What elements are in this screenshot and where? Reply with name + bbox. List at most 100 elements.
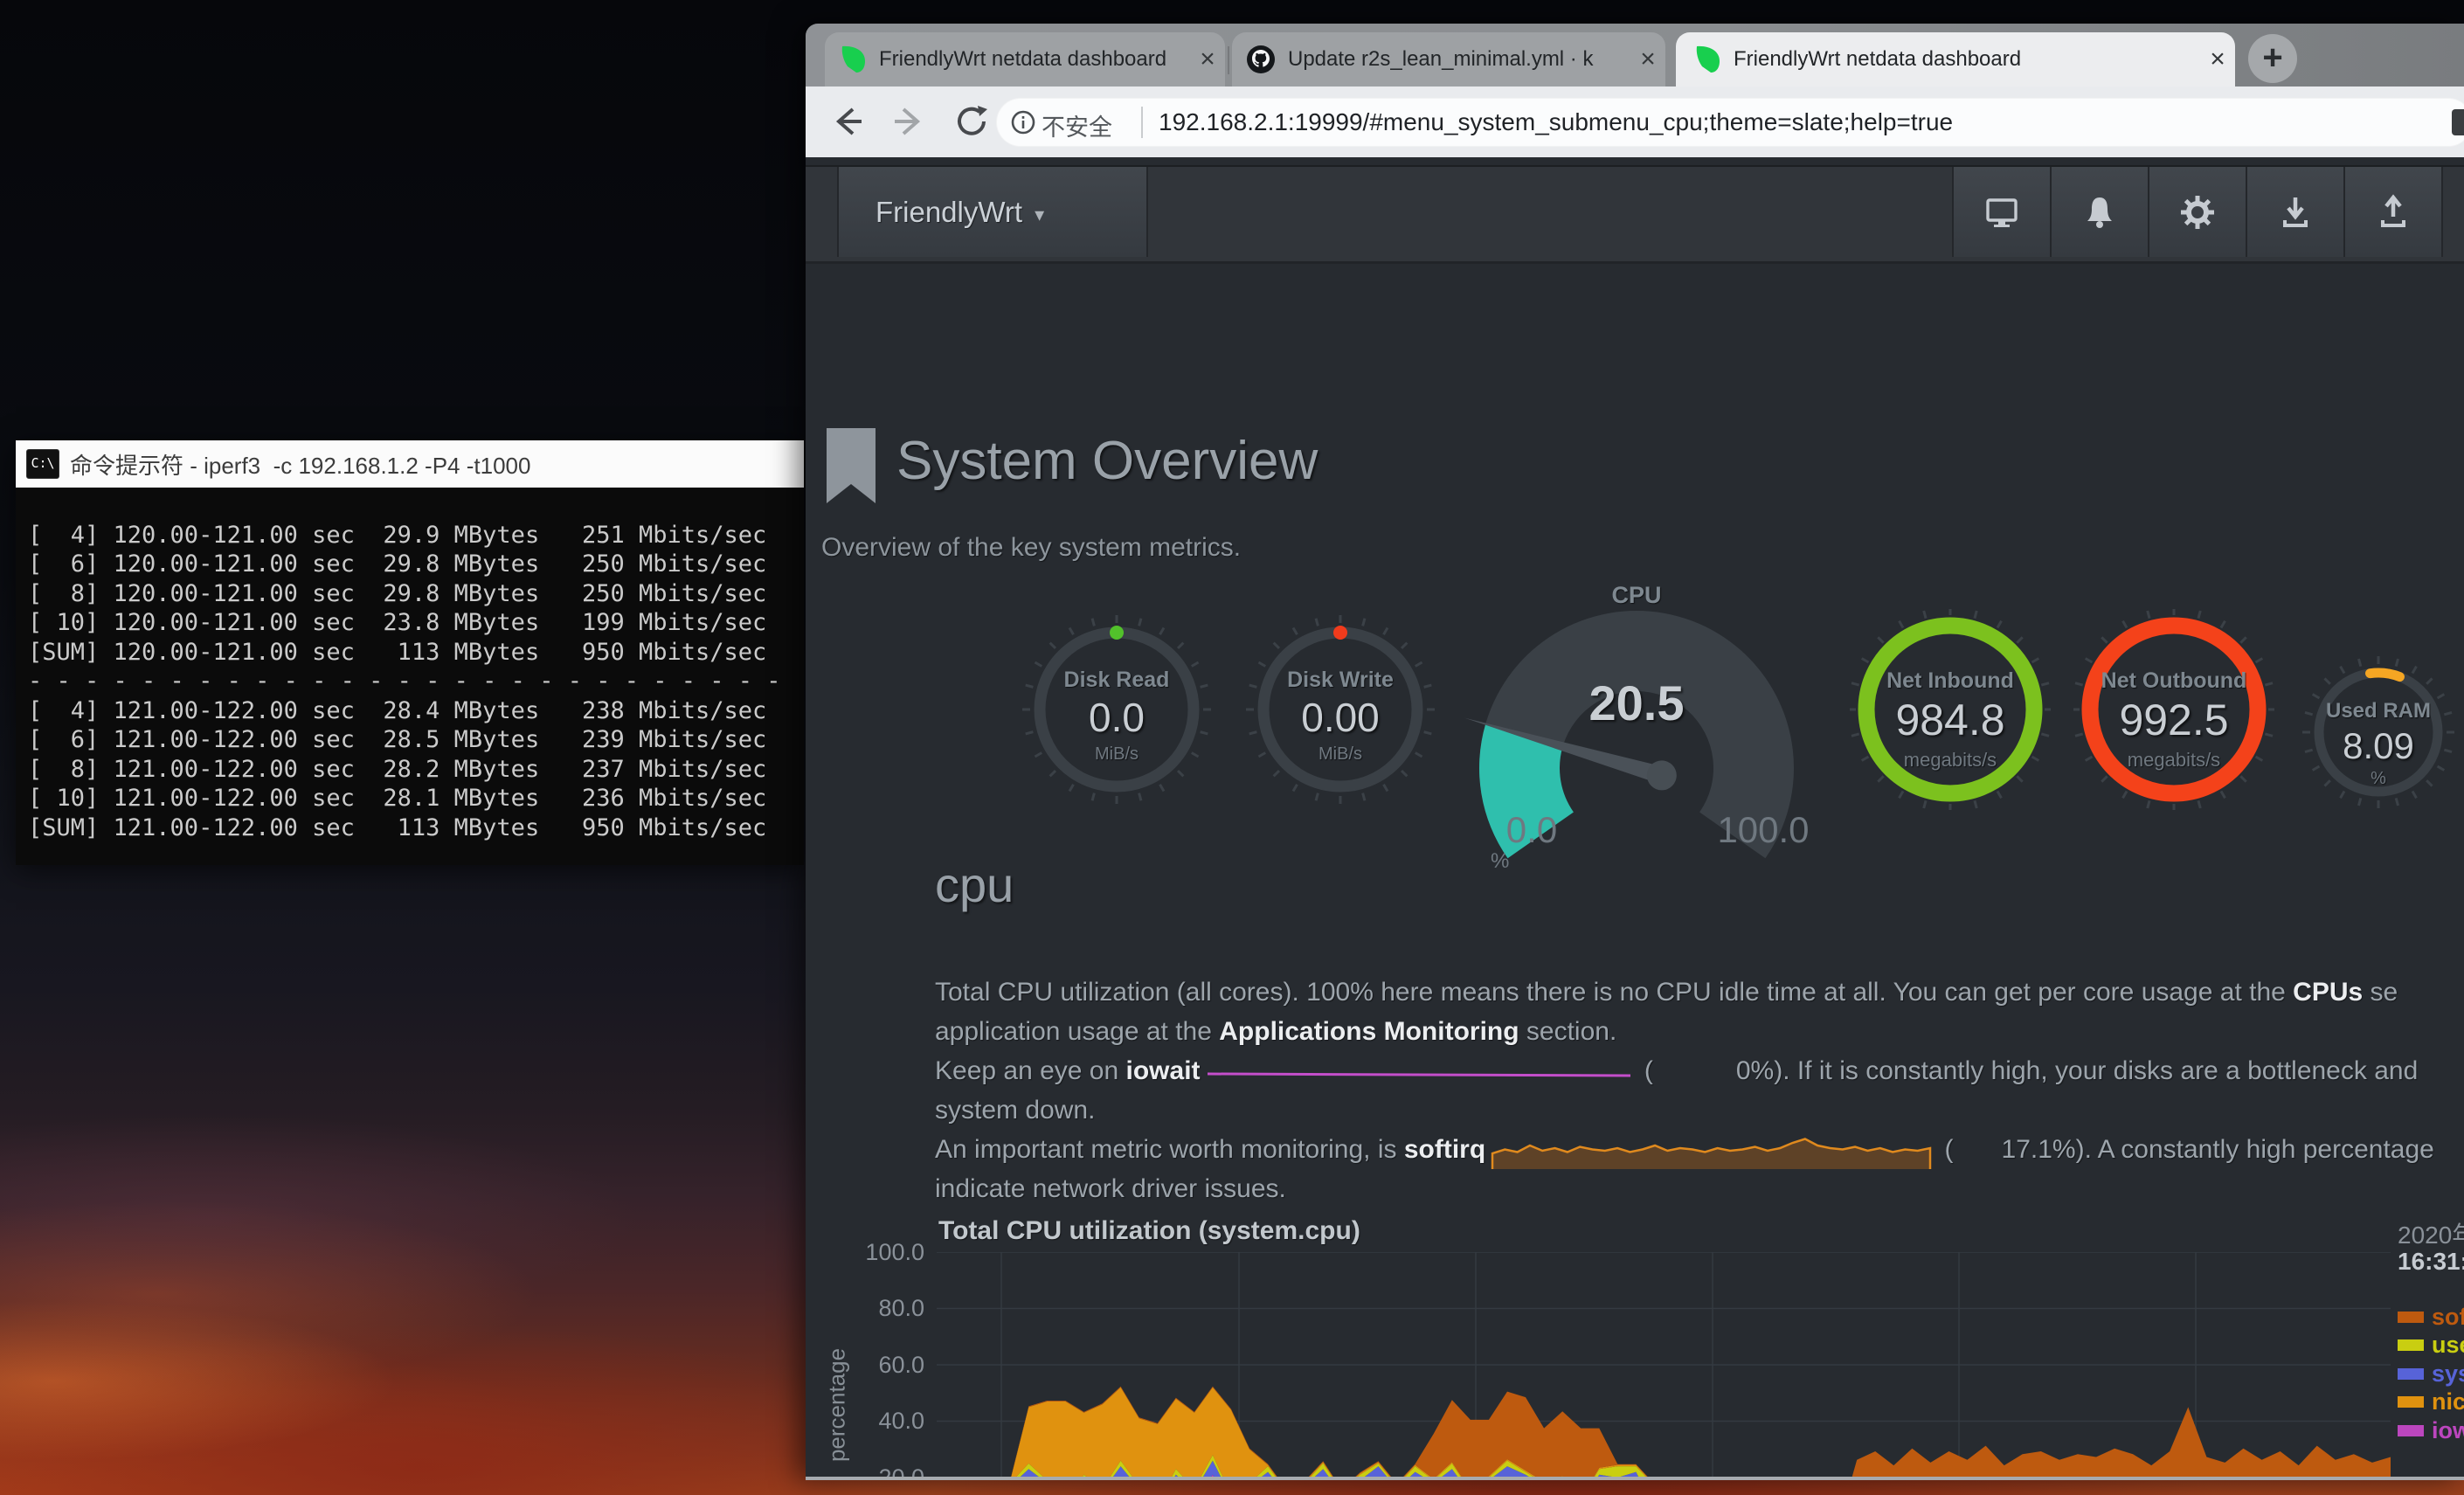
gauge-net-outbound[interactable]: Net Outbound 992.5 megabits/s [2073, 609, 2274, 810]
reload-icon[interactable] [952, 102, 991, 141]
host-dropdown[interactable]: FriendlyWrt ▾ [837, 167, 1148, 257]
paragraph-text: 17.1%). A constantly high percentage [2002, 1135, 2434, 1164]
legend-item[interactable]: soft [2398, 1303, 2464, 1332]
terminal-line: [SUM] 121.00-122.00 sec 113 MBytes 950 M… [28, 813, 797, 843]
import-button[interactable] [2246, 167, 2345, 257]
tab-label: FriendlyWrt netdata dashboard [879, 47, 1190, 72]
terminal-window[interactable]: C:\ 命令提示符 - iperf3 -c 192.168.1.2 -P4 -t… [16, 440, 804, 865]
chart-time: 16:31:2 [2398, 1248, 2464, 1276]
cpu-section-text: Total CPU utilization (all cores). 100% … [935, 972, 2464, 1208]
y-axis-label: percentage [824, 1348, 851, 1462]
paragraph-text: An important metric worth monitoring, is [935, 1135, 1404, 1164]
paragraph-text: ( [1637, 1056, 1653, 1085]
terminal-line [28, 491, 797, 521]
terminal-titlebar[interactable]: C:\ 命令提示符 - iperf3 -c 192.168.1.2 -P4 -t… [16, 440, 804, 488]
iowait-sparkline[interactable] [1206, 1061, 1632, 1083]
monitor-icon [1983, 194, 2020, 231]
legend-swatch [2398, 1396, 2424, 1408]
gear-icon [2179, 194, 2216, 231]
legend-swatch [2398, 1312, 2424, 1323]
tab-strip: FriendlyWrt netdata dashboard × Update r… [806, 24, 2464, 87]
paragraph-text: application usage at the [935, 1017, 1219, 1046]
terminal-line: [ 6] 120.00-121.00 sec 29.8 MBytes 250 M… [28, 550, 797, 579]
tab-github[interactable]: Update r2s_lean_minimal.yml · k × [1232, 32, 1665, 87]
gauge-unit: % [1491, 849, 1509, 874]
browser-toolbar: 不安全 192.168.2.1:19999/#menu_system_subme… [806, 87, 2464, 157]
forward-icon[interactable] [889, 102, 928, 141]
netdata-favicon-icon [1695, 45, 1721, 73]
gauge-used-ram[interactable]: Used RAM 8.09 % [2301, 655, 2455, 809]
github-favicon-icon [1246, 45, 1276, 74]
security-label[interactable]: 不安全 [1042, 108, 1112, 142]
legend-label: soft [2432, 1304, 2464, 1331]
terminal-line: [ 10] 121.00-122.00 sec 28.1 MBytes 236 … [28, 784, 797, 813]
gauge-value: 992.5 [2073, 695, 2274, 745]
keyword-bold: iowait [1126, 1056, 1201, 1085]
extension-icon[interactable] [2452, 109, 2464, 135]
paragraph-line: indicate network driver issues. [935, 1169, 2464, 1208]
gauge-value: 8.09 [2301, 725, 2455, 767]
terminal-line: [SUM] 120.00-121.00 sec 113 MBytes 950 M… [28, 638, 797, 668]
back-icon[interactable] [828, 102, 867, 141]
paragraph-text: se [2363, 978, 2398, 1007]
legend-item[interactable]: nice [2398, 1388, 2464, 1417]
new-tab-button[interactable]: + [2248, 34, 2297, 83]
gauge-label: Net Inbound [1850, 668, 2051, 694]
softirq-sparkline[interactable] [1491, 1131, 1932, 1169]
legend-label: sys [2432, 1360, 2464, 1388]
url-text[interactable]: 192.168.2.1:19999/#menu_system_submenu_c… [1159, 108, 1953, 136]
tab-close-icon[interactable]: × [2200, 45, 2235, 74]
gauge-value: 984.8 [1850, 695, 2051, 745]
tab-friendlywrt-2-active[interactable]: FriendlyWrt netdata dashboard × [1676, 32, 2235, 87]
gauge-unit: megabits/s [2073, 749, 2274, 772]
cpu-utilization-chart[interactable] [937, 1252, 2391, 1480]
console-button[interactable] [1952, 167, 2052, 257]
legend-label: use [2432, 1332, 2464, 1359]
gauge-label: Net Outbound [2073, 668, 2274, 694]
paragraph-text: indicate network driver issues. [935, 1174, 1286, 1203]
chart-title: Total CPU utilization (system.cpu) [938, 1216, 1360, 1246]
tab-close-icon[interactable]: × [1190, 45, 1225, 74]
legend-swatch [2398, 1339, 2424, 1351]
netdata-navbar: FriendlyWrt ▾ [806, 165, 2464, 264]
paragraph-line: An important metric worth monitoring, is… [935, 1130, 2464, 1169]
legend-label: iow [2432, 1417, 2464, 1444]
tab-label: Update r2s_lean_minimal.yml · k [1288, 47, 1630, 72]
gauge-max: 100.0 [1702, 809, 1824, 851]
keyword-bold: Applications Monitoring [1219, 1017, 1519, 1046]
cpu-section-heading: cpu [935, 856, 1014, 913]
tab-close-icon[interactable]: × [1630, 45, 1665, 74]
terminal-line: [ 8] 120.00-121.00 sec 29.8 MBytes 250 M… [28, 579, 797, 609]
chart-legend: softusesysniceiow [2398, 1303, 2464, 1445]
y-tick: 40.0 [846, 1408, 924, 1435]
gauge-unit: megabits/s [1850, 749, 2051, 772]
netdata-favicon-icon [841, 45, 867, 73]
window-bottom-edge [806, 1477, 2464, 1480]
bookmark-icon [827, 428, 876, 503]
gauge-disk-read[interactable]: Disk Read 0.0 MiB/s [1021, 613, 1213, 806]
info-icon[interactable] [1010, 109, 1036, 135]
legend-swatch [2398, 1368, 2424, 1380]
tab-separator [1228, 46, 1229, 74]
paragraph-text: 0%). If it is constantly high, your disk… [1736, 1056, 2418, 1085]
gauge-disk-write[interactable]: Disk Write 0.00 MiB/s [1244, 613, 1436, 806]
paragraph-text: ( [1937, 1135, 1953, 1164]
y-tick: 60.0 [846, 1352, 924, 1379]
paragraph-text: Keep an eye on [935, 1056, 1126, 1085]
settings-button[interactable] [2148, 167, 2247, 257]
paragraph-text: section. [1519, 1017, 1617, 1046]
export-button[interactable] [2343, 167, 2443, 257]
gauge-net-inbound[interactable]: Net Inbound 984.8 megabits/s [1850, 609, 2051, 810]
terminal-line: [ 4] 120.00-121.00 sec 29.9 MBytes 251 M… [28, 521, 797, 550]
legend-item[interactable]: iow [2398, 1416, 2464, 1445]
legend-item[interactable]: sys [2398, 1360, 2464, 1388]
legend-item[interactable]: use [2398, 1332, 2464, 1360]
url-bar[interactable]: 不安全 192.168.2.1:19999/#menu_system_subme… [996, 98, 2464, 147]
gauge-cpu[interactable]: CPU 20.5 0.0 100.0 % [1449, 571, 1824, 860]
tab-friendlywrt-1[interactable]: FriendlyWrt netdata dashboard × [825, 32, 1225, 87]
alarms-button[interactable] [2050, 167, 2149, 257]
gauge-label: Disk Write [1244, 668, 1436, 693]
gauge-label: Used RAM [2301, 699, 2455, 723]
paragraph-line: Total CPU utilization (all cores). 100% … [935, 972, 2464, 1012]
terminal-line: [ 10] 120.00-121.00 sec 23.8 MBytes 199 … [28, 608, 797, 638]
